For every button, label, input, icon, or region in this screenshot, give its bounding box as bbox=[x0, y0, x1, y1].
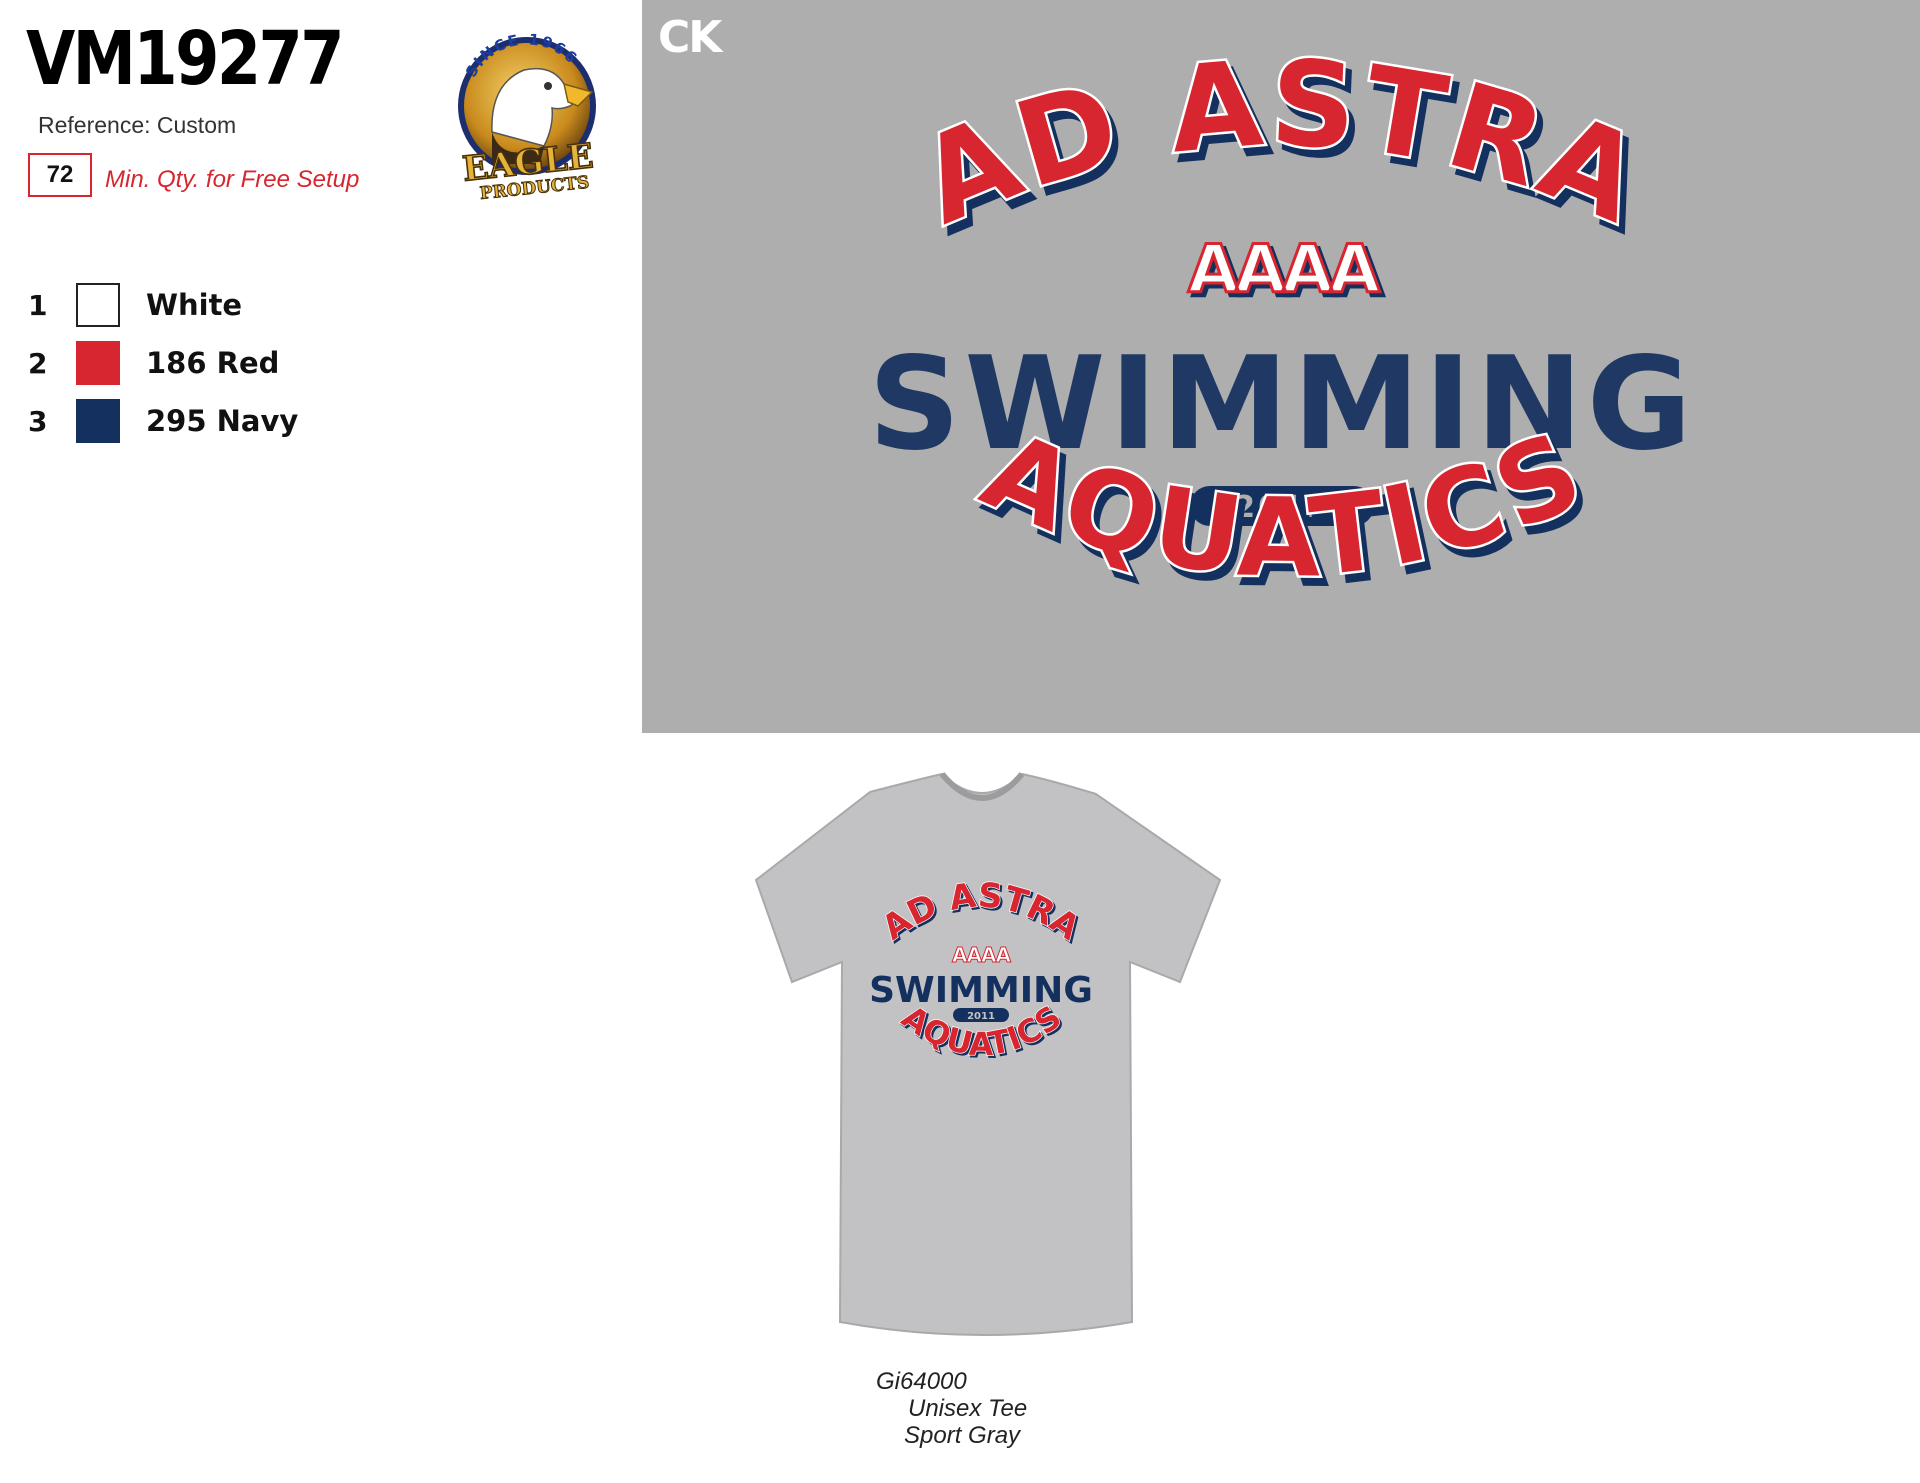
color-row-red: 2 186 Red bbox=[28, 340, 298, 386]
garment-name: Unisex Tee bbox=[908, 1395, 1028, 1422]
min-qty-label: Min. Qty. for Free Setup bbox=[105, 166, 360, 193]
color-row-white: 1 White bbox=[28, 282, 298, 328]
artwork-line-ad-astra: AD ASTRA bbox=[898, 31, 1661, 253]
artwork-proof-panel: CK AD ASTRA AAAA SWIMMING 2011 AQUATICS bbox=[642, 0, 1920, 733]
reference-label: Reference: Custom bbox=[38, 112, 237, 138]
tee-print-swimming: SWIMMING bbox=[869, 970, 1093, 1011]
sku-code: VM19277 bbox=[26, 16, 345, 102]
artwork-aaaa-mark: AAAA bbox=[1188, 231, 1380, 308]
color-number: 1 bbox=[28, 288, 48, 322]
tee-print-aaaa: AAAA bbox=[952, 943, 1011, 967]
color-name: White bbox=[146, 288, 243, 322]
color-number: 2 bbox=[28, 346, 48, 380]
garment-style: Gi64000 bbox=[876, 1368, 967, 1395]
tshirt-mockup: AD ASTRA AAAA SWIMMING 2011 AQUATICS bbox=[754, 772, 1222, 1336]
min-qty-badge: 72 bbox=[28, 153, 92, 197]
color-swatch-white bbox=[76, 283, 120, 327]
color-swatch-navy bbox=[76, 399, 120, 443]
garment-caption: Gi64000 Unisex Tee Sport Gray bbox=[876, 1368, 1027, 1449]
eagle-products-logo: SINCE 1966 EAGLE PRODUCTS bbox=[458, 30, 596, 204]
ink-color-list: 1 White 2 186 Red 3 295 Navy bbox=[28, 282, 298, 456]
color-number: 3 bbox=[28, 404, 48, 438]
tee-print-year: 2011 bbox=[967, 1011, 995, 1022]
color-row-navy: 3 295 Navy bbox=[28, 398, 298, 444]
color-name: 295 Navy bbox=[146, 404, 299, 438]
garment-color: Sport Gray bbox=[904, 1422, 1021, 1449]
design-artwork: AD ASTRA AAAA SWIMMING 2011 AQUATICS bbox=[868, 31, 1692, 604]
color-swatch-red bbox=[76, 341, 120, 385]
svg-text:AD ASTRA: AD ASTRA bbox=[901, 34, 1663, 251]
color-name: 186 Red bbox=[146, 346, 280, 380]
